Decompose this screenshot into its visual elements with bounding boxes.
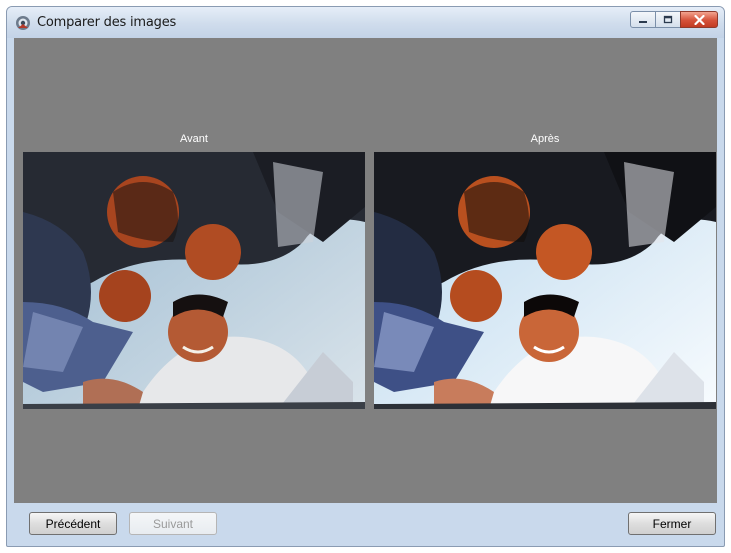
before-label: Avant [180, 133, 208, 145]
window-controls [630, 11, 718, 29]
compare-images-window: Comparer des images Avant Après Précéden… [6, 6, 725, 547]
title-bar[interactable]: Comparer des images [7, 7, 724, 38]
app-icon [16, 16, 30, 30]
maximize-button[interactable] [655, 11, 681, 28]
maximize-icon [663, 15, 673, 24]
after-label: Après [530, 133, 560, 145]
minimize-button[interactable] [630, 11, 656, 28]
minimize-icon [639, 20, 647, 23]
next-button[interactable]: Suivant [129, 512, 217, 535]
close-window-button[interactable] [680, 11, 718, 28]
previous-button[interactable]: Précédent [29, 512, 117, 535]
close-icon [693, 14, 705, 25]
button-bar: Précédent Suivant Fermer [14, 503, 717, 541]
close-button[interactable]: Fermer [628, 512, 716, 535]
comparison-area: Avant Après [14, 38, 717, 503]
window-title: Comparer des images [37, 15, 177, 30]
after-image [374, 152, 716, 409]
before-image [23, 152, 365, 409]
